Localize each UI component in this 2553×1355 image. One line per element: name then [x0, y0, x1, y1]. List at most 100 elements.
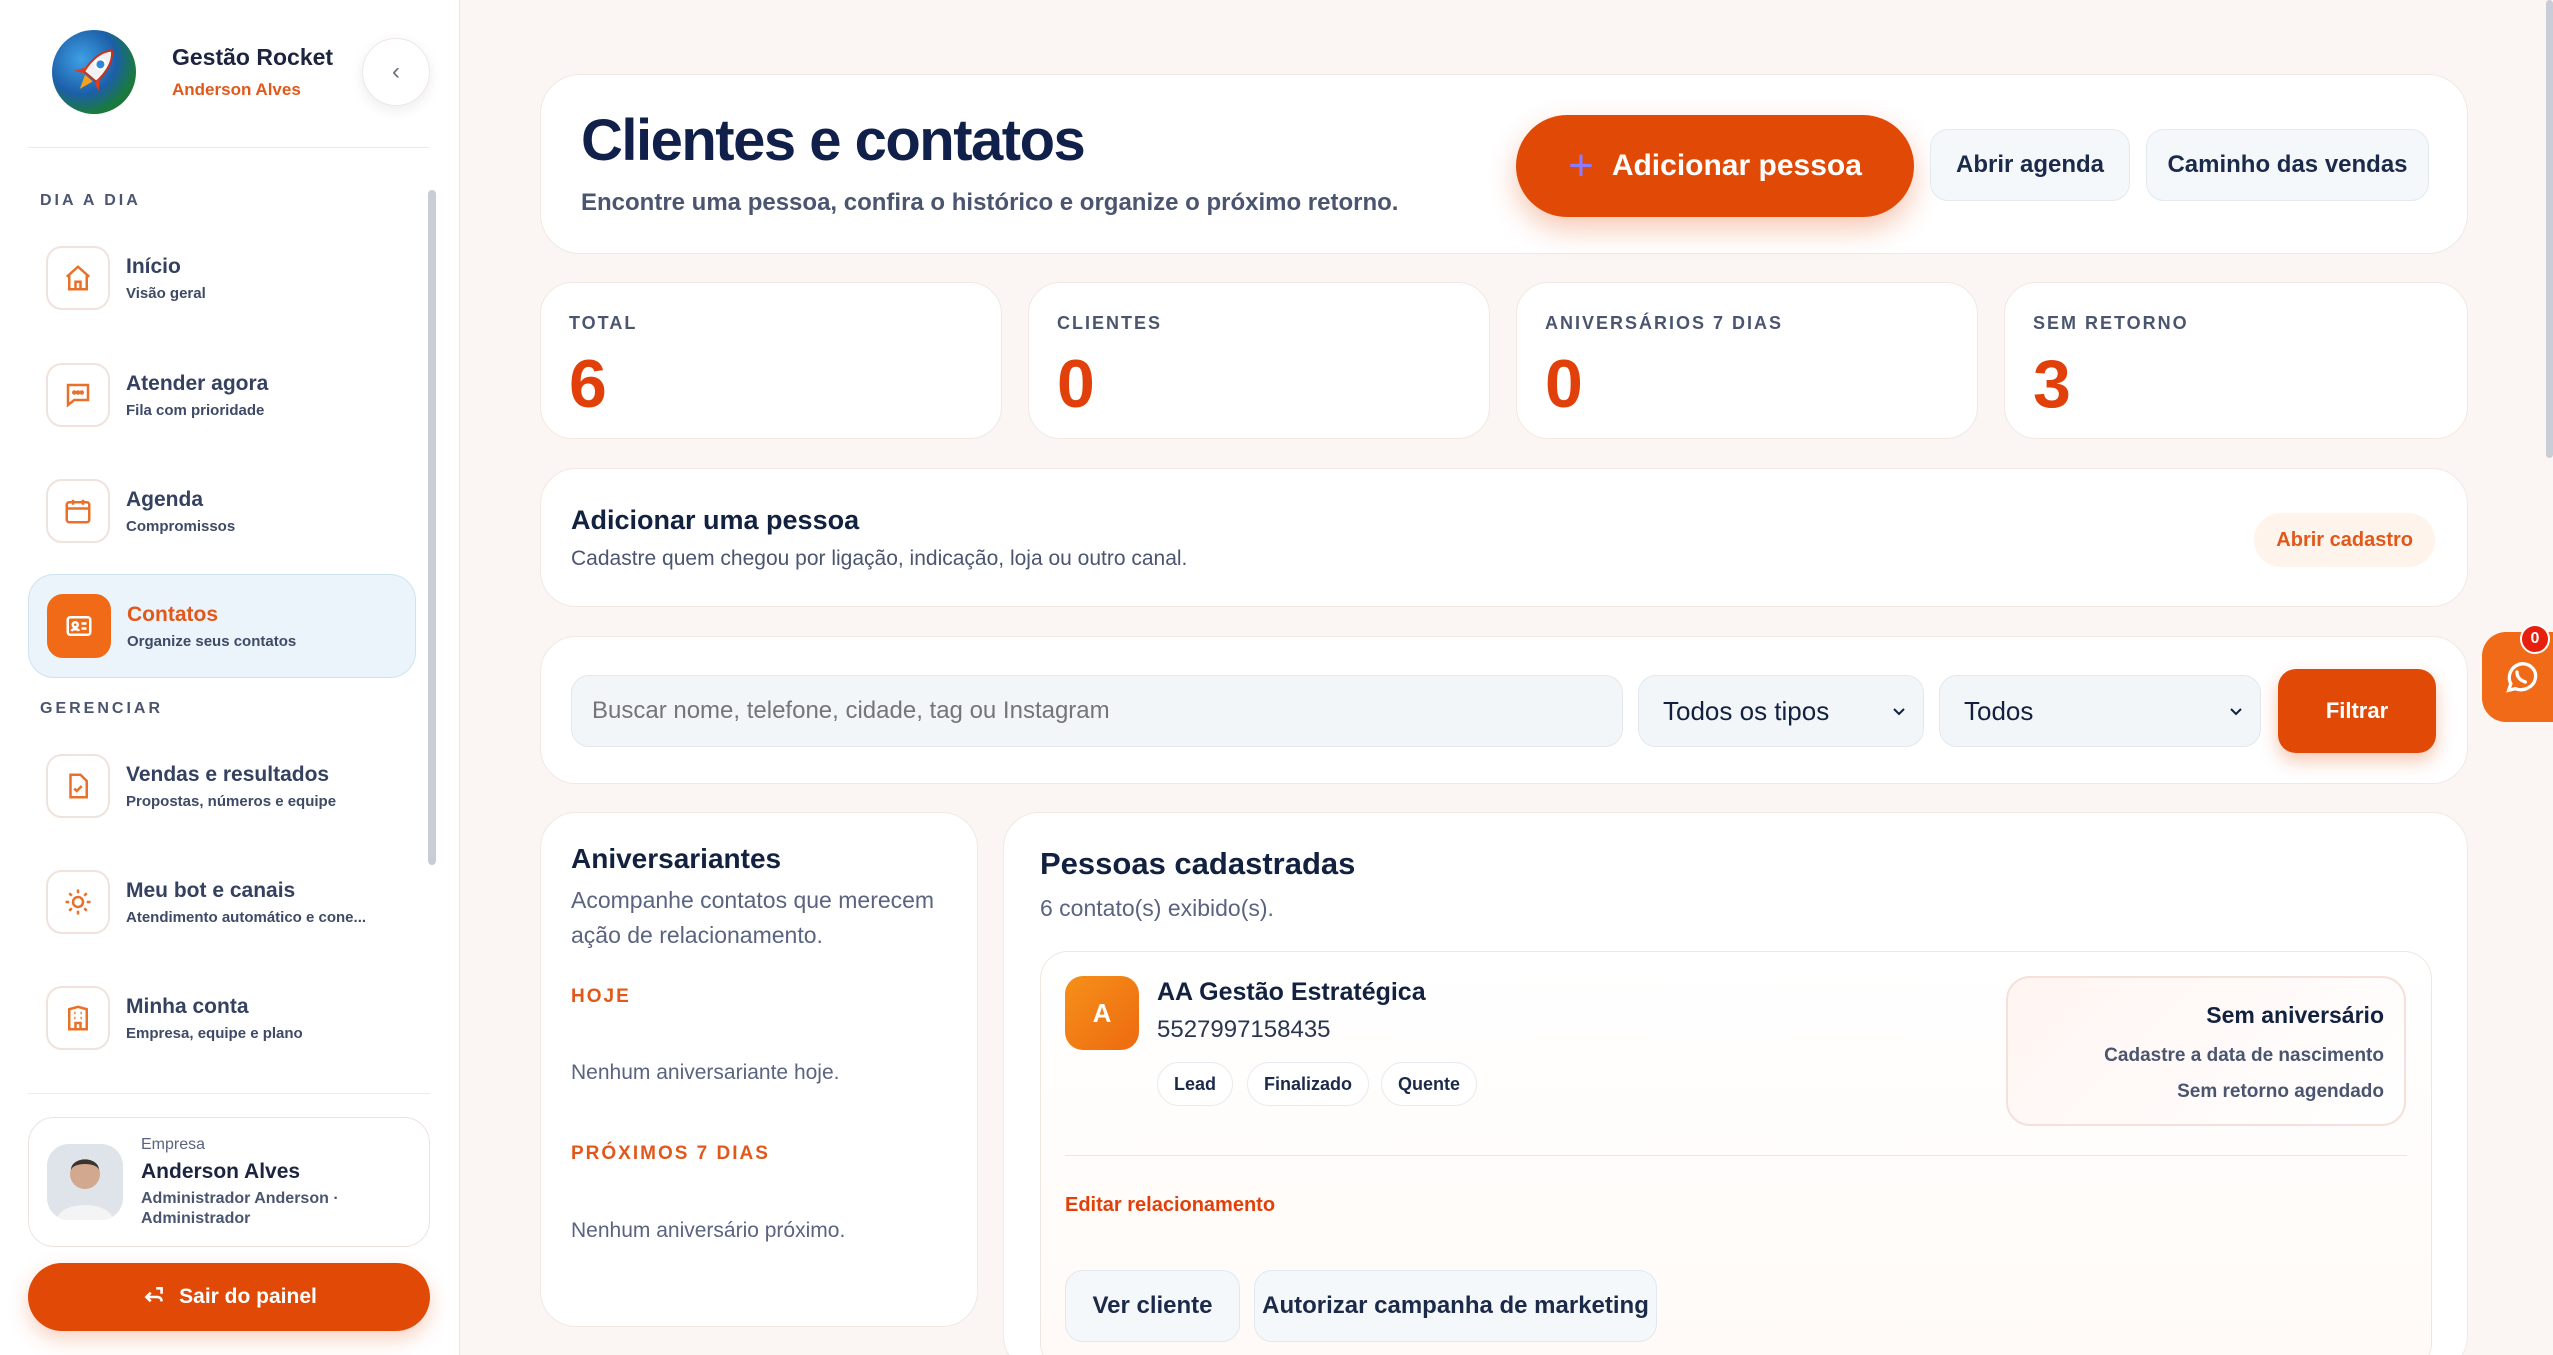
sidebar-item-sub: Fila com prioridade	[126, 401, 265, 419]
sidebar-item-sub: Empresa, equipe e plano	[126, 1024, 303, 1042]
stat-card-clientes: CLIENTES 0	[1028, 282, 1490, 439]
birthday-status-line1: Cadastre a data de nascimento	[2104, 1045, 2384, 1066]
sidebar-item-sub: Visão geral	[126, 284, 206, 302]
stat-value: 0	[1057, 346, 1095, 422]
stat-value: 0	[1545, 346, 1583, 422]
section-label-gerenciar: GERENCIAR	[40, 700, 164, 717]
add-person-label: Adicionar pessoa	[1611, 149, 1862, 182]
birthdays-subtitle: Acompanhe contatos que merecem ação de r…	[571, 887, 935, 948]
section-label-dia-a-dia: DIA A DIA	[40, 192, 141, 209]
page-subtitle: Encontre uma pessoa, confira o histórico…	[581, 189, 1399, 216]
profile-card[interactable]: Empresa Anderson Alves Administrador And…	[28, 1117, 430, 1247]
tag-quente: Quente	[1381, 1062, 1478, 1106]
person-phone: 5527997158435	[1157, 1016, 1331, 1043]
sidebar-item-sub: Compromissos	[126, 517, 236, 535]
sun-gear-icon	[46, 870, 110, 934]
today-empty-text: Nenhum aniversariante hoje.	[571, 1061, 840, 1084]
view-client-button[interactable]: Ver cliente	[1065, 1270, 1240, 1342]
next-days-label: PRÓXIMOS 7 DIAS	[571, 1143, 770, 1164]
person-name: AA Gestão Estratégica	[1157, 978, 1426, 1006]
brand-user: Anderson Alves	[172, 80, 301, 99]
stat-label: TOTAL	[569, 313, 638, 333]
stat-card-total: TOTAL 6	[540, 282, 1002, 439]
today-label: HOJE	[571, 986, 631, 1007]
stat-label: ANIVERSÁRIOS 7 DIAS	[1545, 313, 1784, 333]
logout-button[interactable]: Sair do painel	[28, 1263, 430, 1331]
chevron-left-icon: ‹	[392, 58, 400, 85]
add-person-button[interactable]: + Adicionar pessoa	[1516, 115, 1914, 217]
stat-label: SEM RETORNO	[2033, 313, 2189, 333]
sidebar-item-vendas[interactable]: Vendas e resultados Propostas, números e …	[28, 734, 416, 838]
stat-value: 6	[569, 346, 607, 422]
sidebar: Gestão Rocket Anderson Alves ‹ DIA A DIA…	[0, 0, 460, 1355]
type-select[interactable]: Todos os tipos	[1638, 675, 1924, 747]
add-person-subtitle: Cadastre quem chegou por ligação, indica…	[571, 547, 1188, 570]
sidebar-item-sub: Propostas, números e equipe	[126, 792, 337, 810]
sidebar-item-minha-conta[interactable]: Minha conta Empresa, equipe e plano	[28, 966, 416, 1070]
stat-card-aniversarios: ANIVERSÁRIOS 7 DIAS 0	[1516, 282, 1978, 439]
sidebar-item-label: Início	[126, 254, 181, 278]
person-card[interactable]: A AA Gestão Estratégica 5527997158435 Le…	[1040, 951, 2432, 1355]
sidebar-item-atender-agora[interactable]: Atender agora Fila com prioridade	[28, 343, 416, 447]
sidebar-item-contatos[interactable]: Contatos Organize seus contatos	[28, 574, 416, 678]
status-select[interactable]: Todos	[1939, 675, 2261, 747]
stat-label: CLIENTES	[1057, 313, 1163, 333]
brand: Gestão Rocket Anderson Alves	[52, 30, 333, 114]
document-check-icon	[46, 754, 110, 818]
people-card: Pessoas cadastradas 6 contato(s) exibido…	[1003, 812, 2468, 1355]
sidebar-item-label: Agenda	[126, 487, 204, 511]
sidebar-item-label: Atender agora	[126, 371, 269, 395]
sidebar-scrollbar[interactable]	[428, 190, 436, 865]
people-title: Pessoas cadastradas	[1040, 846, 1356, 881]
open-registration-button[interactable]: Abrir cadastro	[2254, 513, 2435, 567]
divider	[1065, 1155, 2407, 1156]
logout-icon	[144, 1287, 164, 1303]
chevron-down-icon	[1893, 708, 1905, 716]
profile-role: Administrador Anderson · Administrador	[141, 1189, 339, 1227]
birthdays-title: Aniversariantes	[571, 843, 782, 874]
next-days-empty-text: Nenhum aniversário próximo.	[571, 1219, 846, 1242]
edit-relationship-link[interactable]: Editar relacionamento	[1065, 1194, 1275, 1217]
tag-lead: Lead	[1157, 1062, 1234, 1106]
brand-name: Gestão Rocket	[172, 44, 334, 70]
authorize-marketing-button[interactable]: Autorizar campanha de marketing	[1254, 1270, 1657, 1342]
collapse-sidebar-button[interactable]: ‹	[362, 38, 430, 106]
stat-value: 3	[2033, 346, 2071, 422]
profile-name: Anderson Alves	[141, 1159, 301, 1183]
sales-path-button[interactable]: Caminho das vendas	[2146, 129, 2429, 201]
notification-badge: 0	[2520, 624, 2550, 654]
open-agenda-button[interactable]: Abrir agenda	[1930, 129, 2130, 201]
avatar	[47, 1144, 123, 1220]
page-title: Clientes e contatos	[581, 108, 1086, 173]
sidebar-item-label: Vendas e resultados	[126, 762, 330, 786]
people-count: 6 contato(s) exibido(s).	[1040, 895, 1274, 921]
calendar-icon	[46, 479, 110, 543]
home-icon	[46, 246, 110, 310]
page-header: Clientes e contatos Encontre uma pessoa,…	[540, 74, 2468, 254]
contact-card-icon	[47, 594, 111, 658]
search-input[interactable]	[571, 675, 1623, 747]
chat-icon	[46, 363, 110, 427]
filter-bar: Todos os tipos Todos Filtrar	[540, 636, 2468, 784]
sidebar-item-agenda[interactable]: Agenda Compromissos	[28, 459, 416, 563]
logout-label: Sair do painel	[179, 1285, 317, 1308]
status-select-value: Todos	[1964, 695, 2034, 726]
sidebar-item-label: Contatos	[127, 602, 218, 626]
sidebar-item-sub: Organize seus contatos	[127, 632, 297, 650]
tag-finalizado: Finalizado	[1247, 1062, 1370, 1106]
divider	[28, 1093, 430, 1094]
sidebar-item-sub: Atendimento automático e cone...	[126, 908, 367, 926]
birthday-status-title: Sem aniversário	[2206, 1002, 2384, 1028]
sidebar-item-label: Meu bot e canais	[126, 878, 296, 902]
page-scrollbar[interactable]	[2546, 0, 2553, 458]
birthdays-card: Aniversariantes Acompanhe contatos que m…	[540, 812, 978, 1327]
whatsapp-icon	[2506, 661, 2538, 693]
divider	[28, 147, 430, 148]
add-person-title: Adicionar uma pessoa	[571, 505, 860, 535]
sidebar-item-inicio[interactable]: Início Visão geral	[28, 226, 416, 330]
rocket-logo-icon	[52, 30, 136, 114]
person-avatar: A	[1065, 976, 1139, 1050]
sidebar-item-label: Minha conta	[126, 994, 249, 1018]
sidebar-item-meu-bot[interactable]: Meu bot e canais Atendimento automático e…	[28, 850, 416, 954]
filter-button[interactable]: Filtrar	[2278, 669, 2436, 753]
